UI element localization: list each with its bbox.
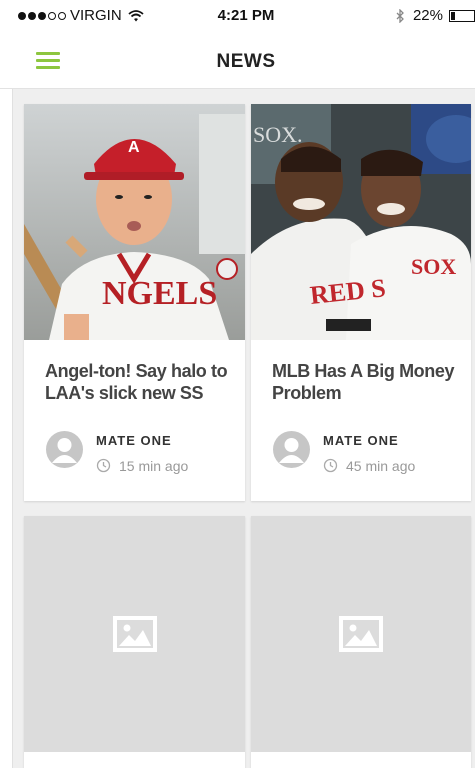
svg-text:SOX: SOX <box>411 254 456 279</box>
image-placeholder <box>24 516 245 752</box>
svg-text:A: A <box>128 139 140 156</box>
user-icon <box>279 438 304 463</box>
clock-icon <box>323 458 338 473</box>
status-bar: VIRGIN 4:21 PM 22% <box>0 0 475 32</box>
article-title[interactable]: Angel-ton! Say halo to LAA's slick new S… <box>45 360 233 404</box>
baseball-player-photo: NGELS A <box>24 104 245 340</box>
post-time: 15 min ago <box>119 458 189 474</box>
status-right: 22% <box>396 7 475 24</box>
battery-icon <box>449 9 475 22</box>
image-placeholder-icon <box>112 616 157 652</box>
news-card[interactable]: SOX. RED S SOX MLB Has A Big Money Probl… <box>251 104 471 501</box>
article-title[interactable]: MLB Has A Big Money Problem <box>272 360 459 404</box>
news-card[interactable]: NGELS A Angel-ton! Say halo to LAA's sli… <box>24 104 245 501</box>
news-feed[interactable]: NGELS A Angel-ton! Say halo to LAA's sli… <box>12 89 475 768</box>
author-avatar <box>273 431 310 468</box>
page-title: NEWS <box>216 51 276 72</box>
author-avatar <box>46 431 83 468</box>
two-players-dugout-photo: SOX. RED S SOX <box>251 104 471 340</box>
news-card[interactable] <box>251 516 471 768</box>
image-placeholder <box>251 516 471 752</box>
user-icon <box>52 438 77 463</box>
nav-bar: NEWS <box>0 32 475 89</box>
image-placeholder-icon <box>339 616 383 652</box>
author-name: MATE ONE <box>323 433 399 448</box>
news-card[interactable] <box>24 516 245 768</box>
svg-text:NGELS: NGELS <box>102 275 217 312</box>
post-time: 45 min ago <box>346 458 416 474</box>
svg-text:SOX.: SOX. <box>253 122 303 147</box>
battery-percent: 22% <box>412 7 443 24</box>
clock-icon <box>96 458 111 473</box>
bluetooth-icon <box>396 8 404 23</box>
battery-fill <box>451 11 455 20</box>
author-name: MATE ONE <box>96 433 172 448</box>
